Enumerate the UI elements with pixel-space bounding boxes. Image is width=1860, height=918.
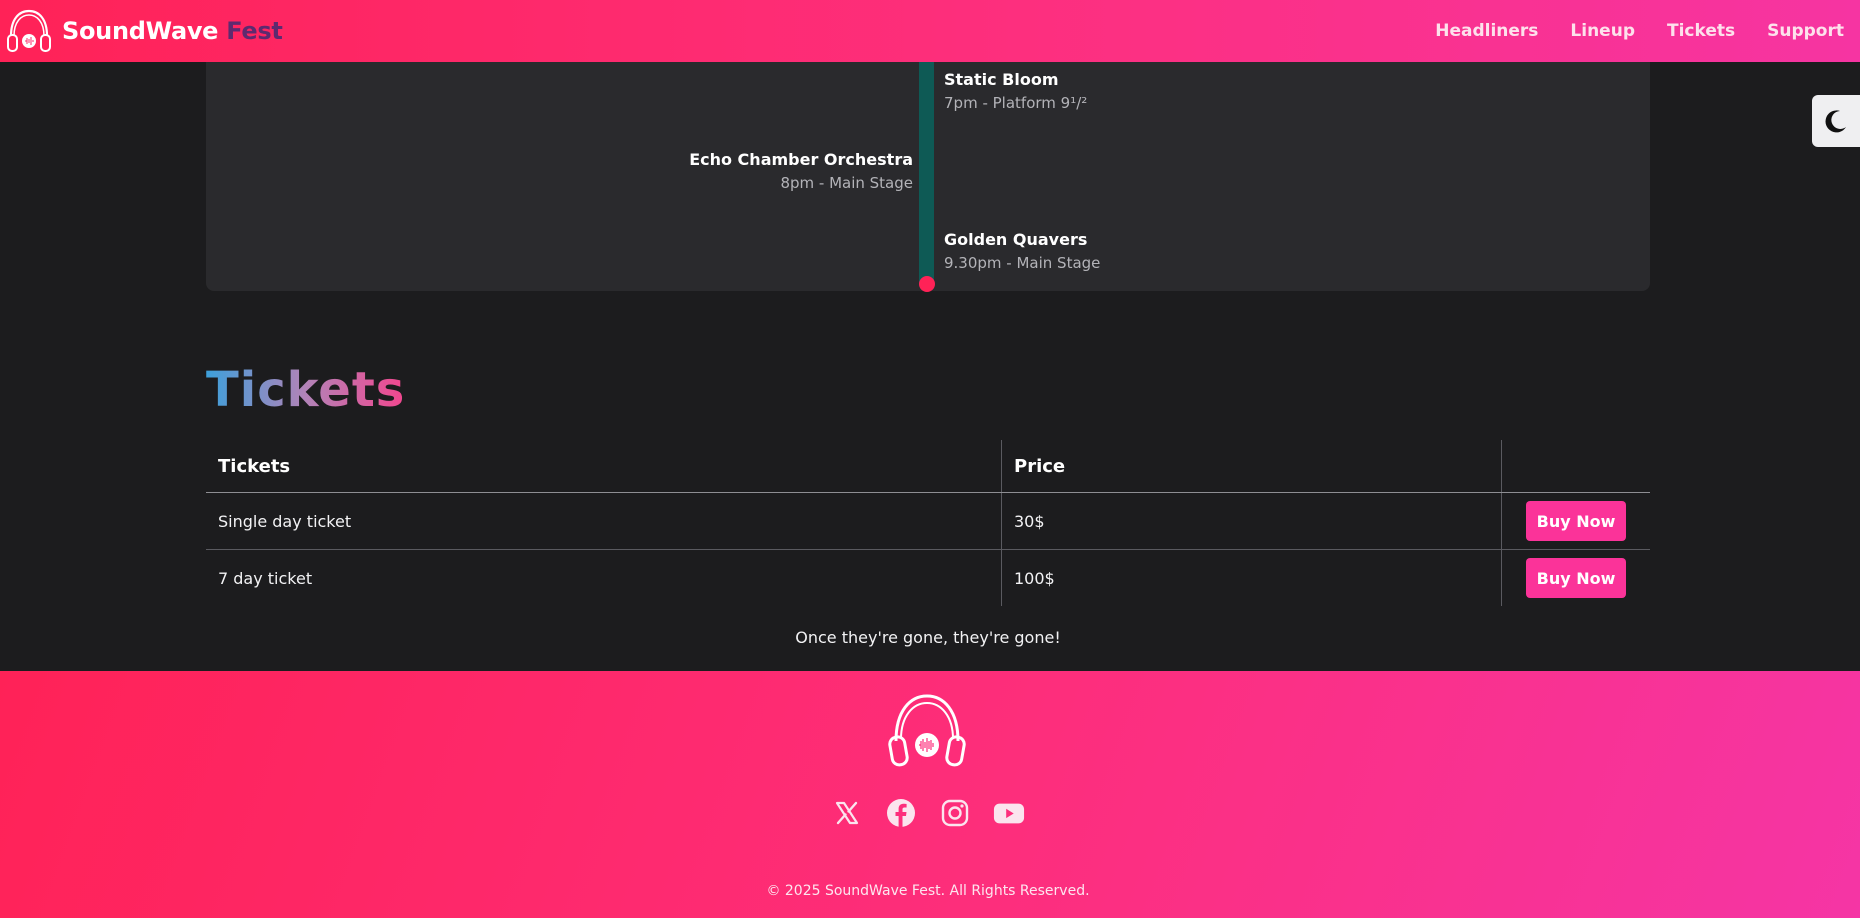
brand[interactable]: SoundWave Fest xyxy=(4,6,283,56)
column-header-action xyxy=(1501,440,1650,493)
headphones-logo-icon xyxy=(7,9,51,52)
column-header-price: Price xyxy=(1001,440,1502,493)
tickets-table: Tickets Price Single day ticket 30$ Buy … xyxy=(206,440,1650,606)
nav-lineup[interactable]: Lineup xyxy=(1570,21,1635,41)
brand-name-primary: SoundWave xyxy=(62,17,219,45)
buy-now-button[interactable]: Buy Now xyxy=(1526,558,1626,598)
nav-support[interactable]: Support xyxy=(1767,21,1844,41)
brand-name: SoundWave Fest xyxy=(62,17,283,45)
ticket-name: Single day ticket xyxy=(206,492,1002,550)
ticket-action-cell: Buy Now xyxy=(1502,550,1651,607)
brand-name-secondary: Fest xyxy=(226,17,283,45)
ticket-action-cell: Buy Now xyxy=(1501,492,1650,550)
instagram-icon[interactable] xyxy=(939,797,971,829)
tickets-heading: Tickets xyxy=(206,362,406,418)
event-time-stage: 8pm - Main Stage xyxy=(780,174,913,192)
tickets-tagline: Once they're gone, they're gone! xyxy=(795,628,1061,647)
event-name: Echo Chamber Orchestra xyxy=(689,150,913,169)
nav-tickets[interactable]: Tickets xyxy=(1667,21,1735,41)
site-header: SoundWave Fest Headliners Lineup Tickets… xyxy=(0,0,1860,62)
event-time-stage: 7pm - Platform 9¹/² xyxy=(944,94,1088,112)
timeline-event: Static Bloom 7pm - Platform 9¹/² xyxy=(944,70,1087,112)
facebook-icon[interactable] xyxy=(885,797,917,829)
table-row: Single day ticket 30$ Buy Now xyxy=(206,492,1650,550)
column-header-tickets: Tickets xyxy=(206,440,1002,493)
moon-icon xyxy=(1825,110,1846,133)
theme-toggle-button[interactable] xyxy=(1812,95,1860,147)
event-name: Golden Quavers xyxy=(944,230,1088,249)
headphones-logo-icon xyxy=(888,694,966,767)
table-row: 7 day ticket 100$ Buy Now xyxy=(206,549,1651,607)
social-links xyxy=(0,797,1856,829)
buy-now-button[interactable]: Buy Now xyxy=(1526,501,1626,541)
youtube-icon[interactable] xyxy=(993,797,1025,829)
copyright-text: © 2025 SoundWave Fest. All Rights Reserv… xyxy=(766,883,1090,899)
table-header-row: Tickets Price xyxy=(206,440,1650,493)
ticket-price: 30$ xyxy=(1001,492,1502,550)
ticket-name: 7 day ticket xyxy=(206,549,1002,606)
lineup-timeline: Static Bloom 7pm - Platform 9¹/² Echo Ch… xyxy=(206,40,1650,292)
event-time-stage: 9.30pm - Main Stage xyxy=(944,254,1101,272)
x-icon[interactable] xyxy=(831,797,863,829)
ticket-price: 100$ xyxy=(1001,549,1502,606)
event-name: Static Bloom xyxy=(944,70,1059,89)
timeline-bar xyxy=(919,40,934,283)
site-footer: © 2025 SoundWave Fest. All Rights Reserv… xyxy=(0,671,1860,918)
timeline-event: Echo Chamber Orchestra 8pm - Main Stage xyxy=(689,150,913,192)
nav-headliners[interactable]: Headliners xyxy=(1435,21,1538,41)
main-nav: Headliners Lineup Tickets Support xyxy=(1403,21,1844,41)
timeline-end-dot xyxy=(919,276,935,292)
timeline-event: Golden Quavers 9.30pm - Main Stage xyxy=(944,230,1100,272)
